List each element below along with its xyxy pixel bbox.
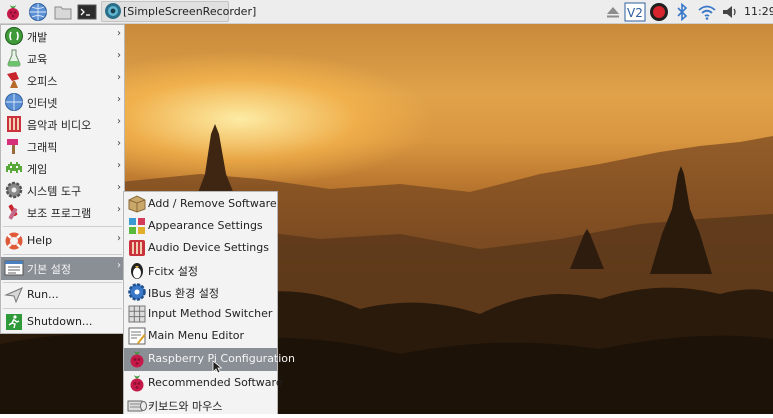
- volume-icon[interactable]: [720, 2, 740, 22]
- penguin-icon: [127, 260, 147, 280]
- submenu-item-audio-device-settings[interactable]: Audio Device Settings: [124, 237, 277, 259]
- system-tools-icon: [4, 180, 24, 200]
- menu-editor-icon: [127, 326, 147, 346]
- submenu-item-appearance-settings[interactable]: Appearance Settings: [124, 215, 277, 237]
- menu-item-internet[interactable]: 인터넷 ›: [1, 91, 124, 113]
- bluetooth-icon[interactable]: [675, 2, 689, 22]
- raspberry-recommended-icon: [127, 373, 147, 393]
- chevron-right-icon: ›: [117, 72, 121, 83]
- shutdown-icon: [4, 312, 24, 332]
- menu-item-system-tools[interactable]: 시스템 도구 ›: [1, 179, 124, 201]
- submenu-item-ibus-preferences[interactable]: IBus 환경 설정: [124, 281, 277, 303]
- chevron-right-icon: ›: [117, 260, 121, 271]
- chevron-right-icon: ›: [117, 160, 121, 171]
- menu-item-graphics[interactable]: 그래픽 ›: [1, 135, 124, 157]
- web-browser-icon[interactable]: [28, 2, 48, 22]
- graphics-icon: [4, 136, 24, 156]
- wifi-icon[interactable]: [697, 2, 717, 22]
- chevron-right-icon: ›: [117, 233, 121, 244]
- menu-item-accessories[interactable]: 보조 프로그램 ›: [1, 201, 124, 223]
- accessories-icon: [4, 202, 24, 222]
- preferences-submenu: Add / Remove Software Appearance Setting…: [123, 191, 295, 416]
- taskbar-window-button[interactable]: [SimpleScreenRecorder]: [101, 1, 256, 22]
- clock[interactable]: 11:29: [744, 5, 773, 18]
- ibus-gear-icon: [127, 282, 147, 302]
- eject-icon[interactable]: [603, 2, 623, 22]
- submenu-item-raspberry-pi-configuration[interactable]: Raspberry Pi Configuration: [124, 348, 295, 371]
- chevron-right-icon: ›: [117, 50, 121, 61]
- chevron-right-icon: ›: [117, 116, 121, 127]
- taskbar: [SimpleScreenRecorder] V2 11:29: [0, 0, 773, 24]
- education-icon: [4, 48, 24, 68]
- svg-text:V2: V2: [627, 6, 643, 20]
- sound-video-icon: [4, 114, 24, 134]
- taskbar-window-title: [SimpleScreenRecorder]: [123, 5, 257, 18]
- submenu-item-input-method-switcher[interactable]: Input Method Switcher: [124, 303, 277, 325]
- menu-item-sound-video[interactable]: 음악과 비디오 ›: [1, 113, 124, 135]
- submenu-item-add-remove-software[interactable]: Add / Remove Software: [124, 193, 277, 215]
- preferences-icon: [4, 258, 24, 278]
- audio-settings-icon: [127, 238, 147, 258]
- submenu-item-main-menu-editor[interactable]: Main Menu Editor: [124, 325, 277, 347]
- menu-separator: [3, 308, 122, 309]
- mouse-pointer-icon: [212, 360, 222, 374]
- terminal-icon[interactable]: [77, 2, 97, 22]
- screen-recorder-icon: [104, 2, 122, 20]
- vnc-icon[interactable]: V2: [624, 2, 646, 22]
- file-manager-icon[interactable]: [53, 2, 73, 22]
- menu-item-education[interactable]: 교육 ›: [1, 47, 124, 69]
- menu-item-help[interactable]: Help ›: [1, 230, 124, 252]
- menu-item-shutdown[interactable]: Shutdown...: [1, 311, 124, 333]
- menu-item-run[interactable]: Run...: [1, 284, 124, 306]
- main-menu: 개발 › 교육 › 오피스 › 인터넷 › 음악과 비디오 › 그래픽 › 게임 › 시스템 …: [0, 24, 125, 334]
- office-icon: [4, 70, 24, 90]
- menu-separator: [3, 282, 122, 283]
- programming-icon: [4, 26, 24, 46]
- record-icon[interactable]: [649, 2, 669, 22]
- menu-item-office[interactable]: 오피스 ›: [1, 69, 124, 91]
- run-icon: [4, 285, 24, 305]
- submenu-item-fcitx-settings[interactable]: Fcitx 설정: [124, 259, 277, 281]
- menu-item-games[interactable]: 게임 ›: [1, 157, 124, 179]
- games-icon: [4, 158, 24, 178]
- appearance-icon: [127, 216, 147, 236]
- menu-item-programming[interactable]: 개발 ›: [1, 25, 124, 47]
- internet-icon: [4, 92, 24, 112]
- package-icon: [127, 194, 147, 214]
- chevron-right-icon: ›: [117, 204, 121, 215]
- raspberry-icon[interactable]: [3, 2, 23, 22]
- keyboard-mouse-icon: [127, 395, 147, 415]
- menu-separator: [3, 226, 122, 227]
- help-icon: [4, 231, 24, 251]
- menu-item-preferences[interactable]: 기본 설정 ›: [1, 257, 124, 280]
- chevron-right-icon: ›: [117, 182, 121, 193]
- submenu-item-recommended-software[interactable]: Recommended Software: [124, 372, 283, 394]
- menu-separator: [3, 254, 122, 255]
- chevron-right-icon: ›: [117, 94, 121, 105]
- raspberry-config-icon: [127, 349, 147, 369]
- keyboard-grid-icon: [127, 304, 147, 324]
- chevron-right-icon: ›: [117, 138, 121, 149]
- chevron-right-icon: ›: [117, 28, 121, 39]
- submenu-item-keyboard-and-mouse[interactable]: 키보드와 마우스: [124, 394, 277, 416]
